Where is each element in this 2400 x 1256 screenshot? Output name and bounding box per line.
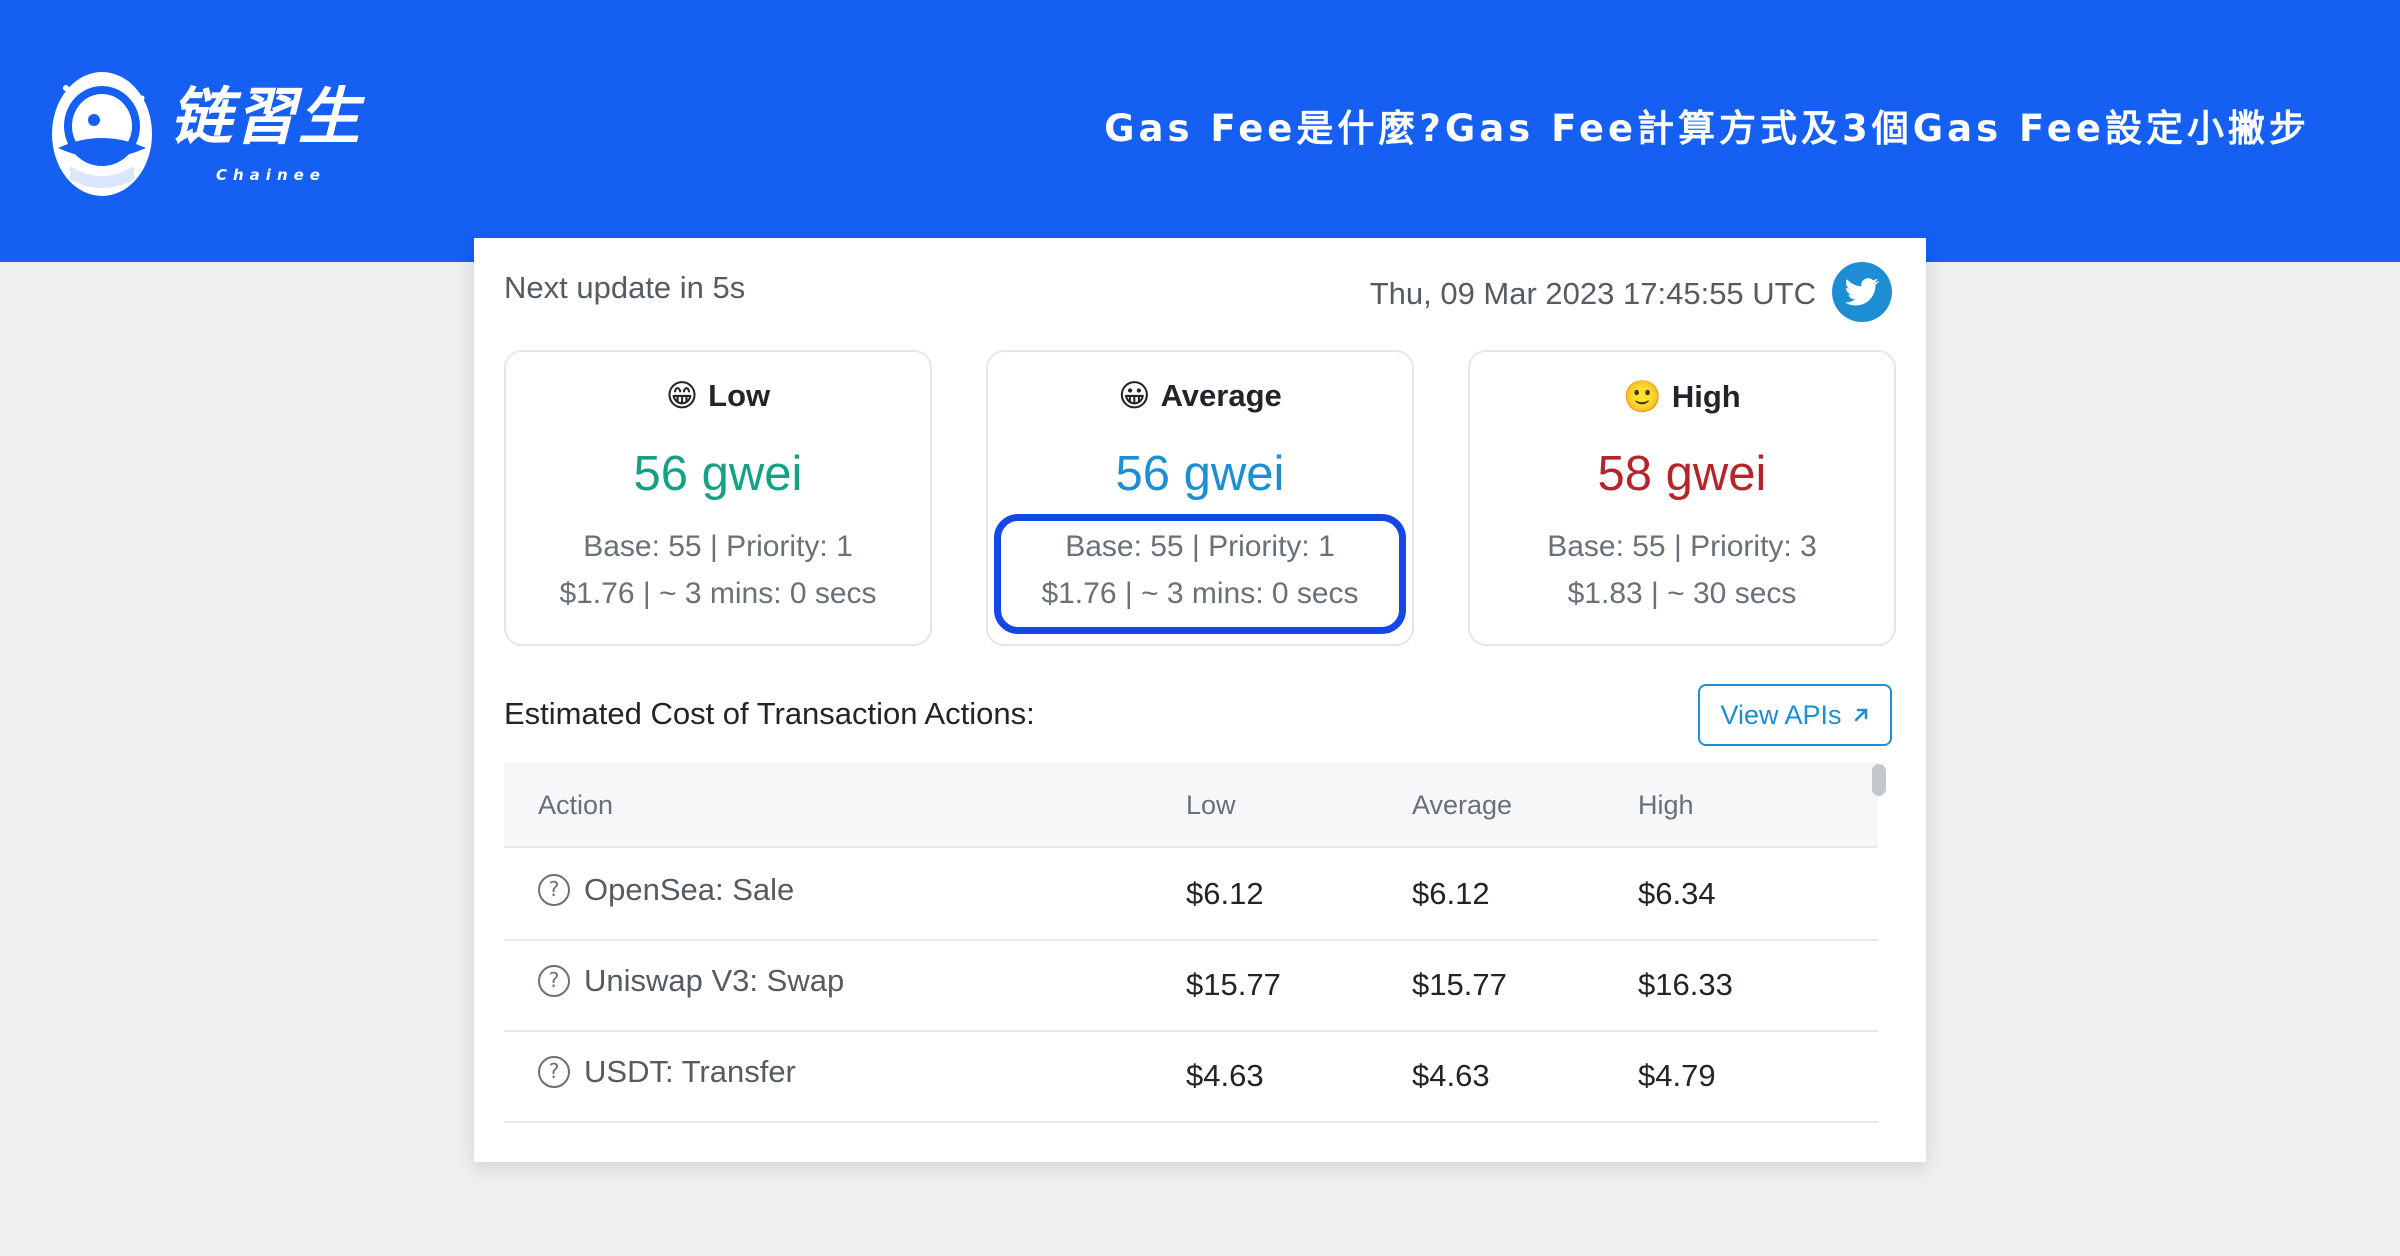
- table-row: ? OpenSea: Sale $6.12 $6.12 $6.34: [504, 850, 1878, 941]
- header-banner: 链習生 Chainee Gas Fee是什麼?Gas Fee計算方式及3個Gas…: [0, 0, 2400, 262]
- action-name: USDT: Transfer: [584, 1054, 796, 1089]
- tier-label: Low: [708, 378, 771, 413]
- tier-label: High: [1671, 378, 1741, 414]
- table-scrollbar[interactable]: [1872, 762, 1886, 1124]
- highlight-annotation-box: [994, 514, 1406, 634]
- transaction-cost-table: Action Low Average High ? OpenSea: Sale …: [504, 762, 1878, 1124]
- column-header-average: Average: [1412, 790, 1513, 820]
- brand-logo[interactable]: 链習生 Chainee: [48, 68, 378, 200]
- column-header-action: Action: [538, 790, 614, 820]
- cell-high: $6.34: [1638, 876, 1716, 911]
- view-apis-button[interactable]: View APIs: [1698, 684, 1892, 746]
- tier-cost-time: $1.83 | ~ 30 secs: [1567, 577, 1797, 610]
- external-link-arrow-icon: [1854, 708, 1867, 722]
- help-question-icon[interactable]: ?: [538, 874, 570, 906]
- grin-emoji-icon: 😁: [665, 378, 699, 413]
- view-apis-label: View APIs: [1720, 699, 1842, 730]
- astronaut-logo-icon: [52, 72, 152, 196]
- brand-subtitle: Chainee: [216, 166, 326, 184]
- cell-average: $15.77: [1412, 967, 1507, 1002]
- column-header-low: Low: [1186, 790, 1236, 820]
- tier-label: Average: [1160, 378, 1282, 413]
- action-name: OpenSea: Sale: [584, 872, 795, 907]
- next-update-text: Next update in 5s: [504, 270, 746, 305]
- table-row: ? Uniswap V3: Swap $15.77 $15.77 $16.33: [504, 941, 1878, 1032]
- smile-emoji-icon: 😀: [1118, 378, 1151, 413]
- article-headline: Gas Fee是什麼?Gas Fee計算方式及3個Gas Fee設定小撇步: [1104, 107, 2310, 150]
- help-question-icon[interactable]: ?: [538, 1056, 570, 1088]
- cell-high: $4.79: [1638, 1058, 1716, 1093]
- table-row: ? USDT: Transfer $4.63 $4.63 $4.79: [504, 1032, 1878, 1123]
- tier-base-priority: Base: 55 | Priority: 3: [1547, 530, 1817, 563]
- timestamp-text: Thu, 09 Mar 2023 17:45:55 UTC: [1369, 276, 1816, 311]
- tier-base-priority: Base: 55 | Priority: 1: [583, 530, 853, 563]
- column-header-high: High: [1638, 790, 1694, 820]
- table-header: Action Low Average High: [504, 762, 1878, 848]
- scrollbar-thumb[interactable]: [1872, 764, 1886, 796]
- twitter-share-button[interactable]: [1832, 262, 1892, 322]
- brand-name: 链習生: [170, 80, 363, 153]
- gas-tracker-card: Next update in 5s Thu, 09 Mar 2023 17:45…: [474, 238, 1926, 1162]
- cell-low: $4.63: [1186, 1058, 1264, 1093]
- cell-low: $15.77: [1186, 967, 1281, 1002]
- tier-price: 56 gwei: [1115, 447, 1285, 501]
- help-question-icon[interactable]: ?: [538, 965, 570, 997]
- slight-smile-emoji-icon: 🙂: [1623, 379, 1662, 414]
- tier-cost-time: $1.76 | ~ 3 mins: 0 secs: [559, 577, 877, 610]
- cell-average: $4.63: [1412, 1058, 1490, 1093]
- tier-price: 58 gwei: [1597, 447, 1767, 501]
- action-name: Uniswap V3: Swap: [584, 963, 845, 998]
- tier-card-average: 😀 Average 56 gwei Base: 55 | Priority: 1…: [986, 350, 1414, 646]
- tier-card-high: 🙂 High 58 gwei Base: 55 | Priority: 3 $1…: [1468, 350, 1896, 646]
- cell-average: $6.12: [1412, 876, 1490, 911]
- cell-high: $16.33: [1638, 967, 1733, 1002]
- tier-price: 56 gwei: [633, 447, 803, 501]
- section-title: Estimated Cost of Transaction Actions:: [504, 696, 1035, 731]
- twitter-icon: [1845, 278, 1879, 306]
- tier-card-low: 😁 Low 56 gwei Base: 55 | Priority: 1 $1.…: [504, 350, 932, 646]
- cell-low: $6.12: [1186, 876, 1264, 911]
